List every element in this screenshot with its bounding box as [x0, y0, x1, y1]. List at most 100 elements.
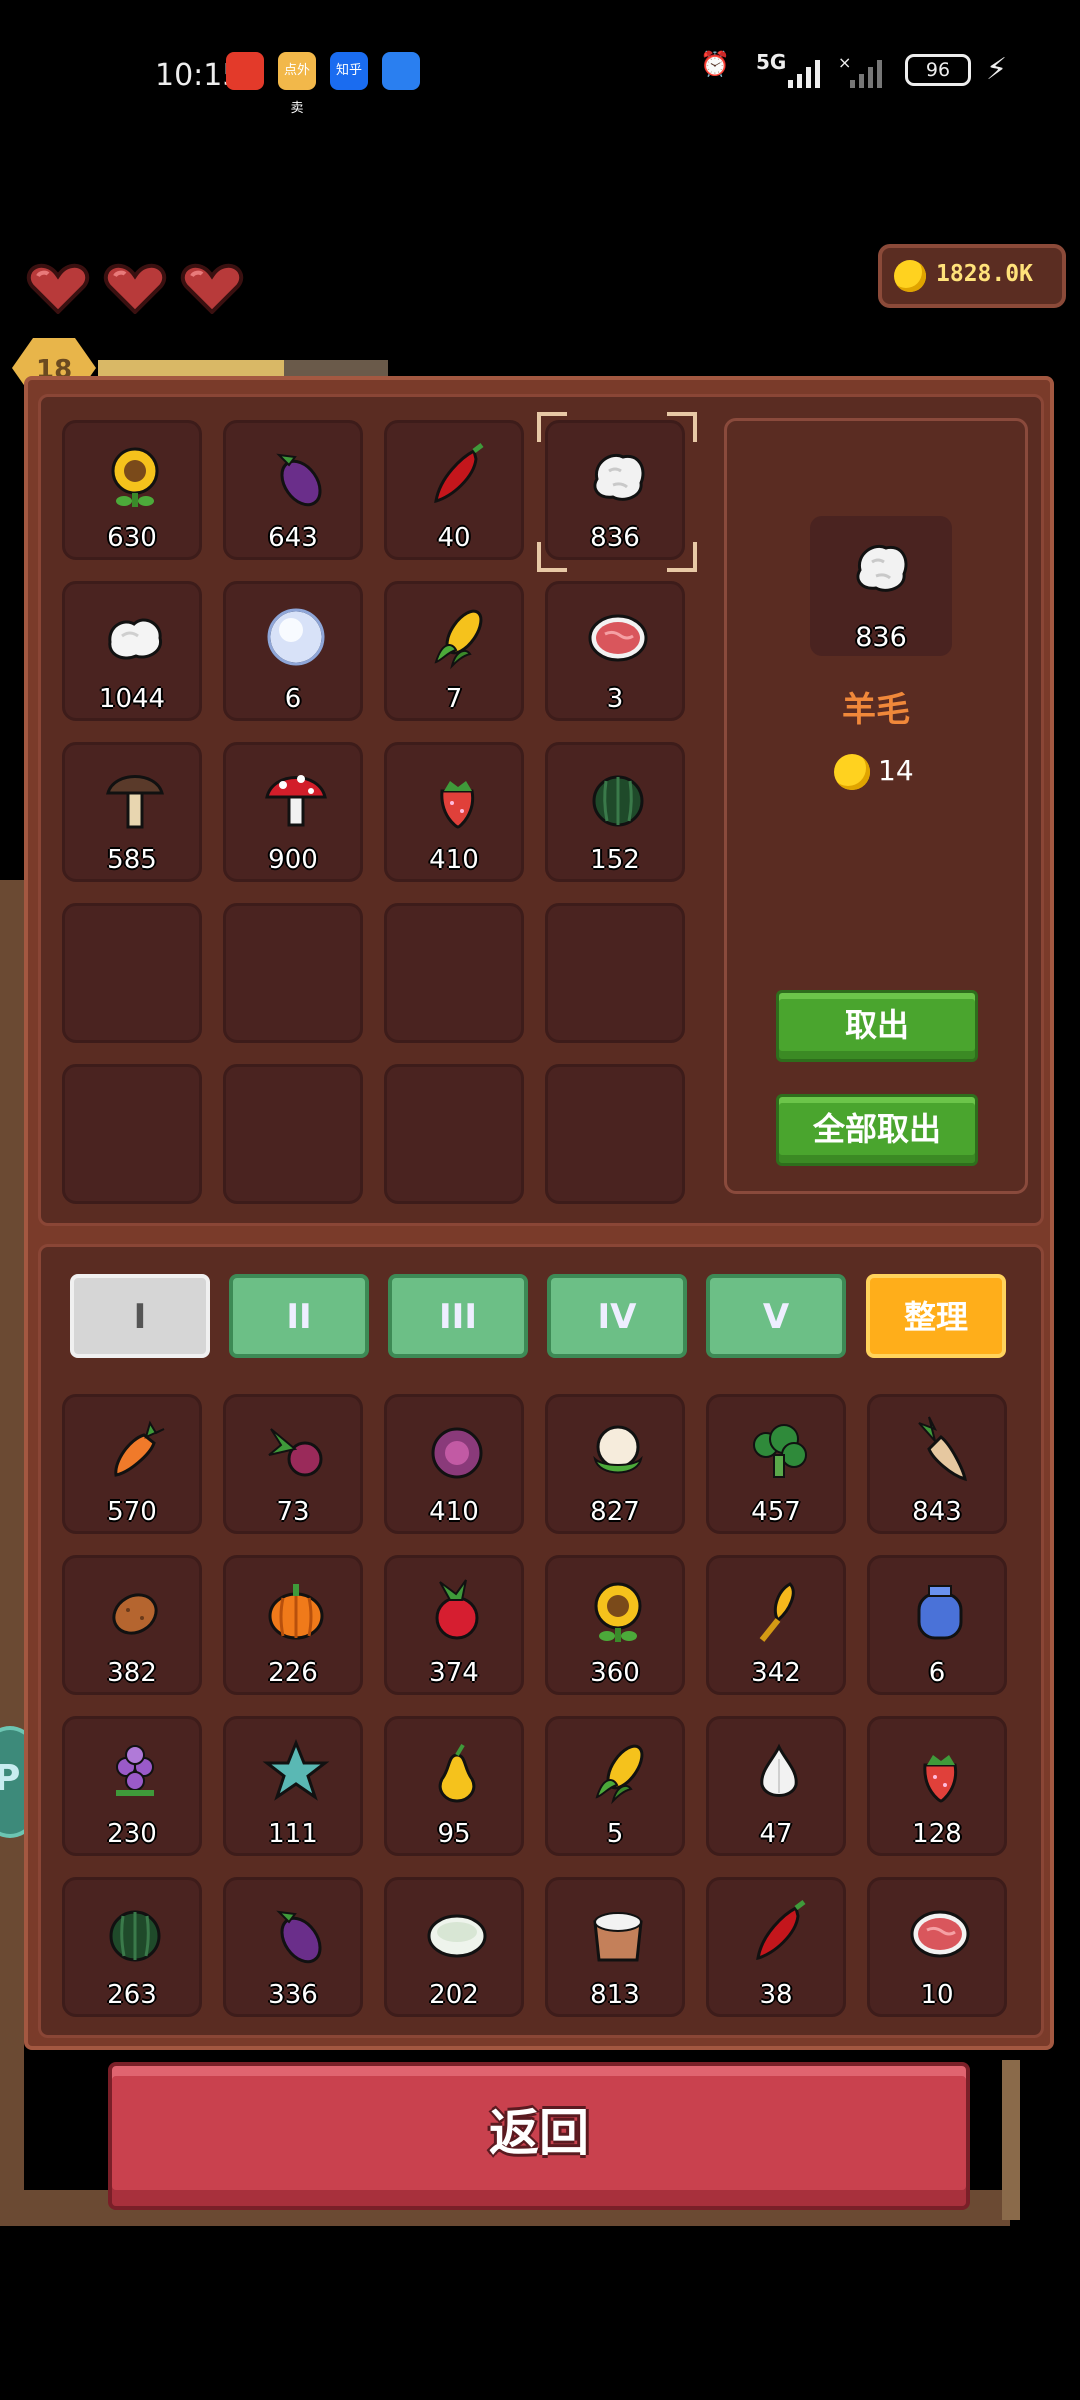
detail-item-count: 836: [855, 622, 907, 653]
tab-i[interactable]: I: [70, 1274, 210, 1358]
watermelon-icon: [109, 1910, 161, 1962]
charging-icon: ⚡: [986, 52, 1008, 87]
item-count: 410: [429, 1497, 479, 1527]
item-count: 73: [276, 1497, 310, 1527]
empty-slot[interactable]: [62, 1064, 202, 1204]
item-count: 827: [590, 1497, 640, 1527]
item-count: 202: [429, 1980, 479, 2010]
empty-slot[interactable]: [384, 1064, 524, 1204]
item-slot[interactable]: 152: [545, 742, 685, 882]
item-count: 360: [590, 1658, 640, 1688]
item-slot[interactable]: 5: [545, 1716, 685, 1856]
item-count: 643: [268, 523, 318, 553]
item-slot[interactable]: 342: [706, 1555, 846, 1695]
radish-icon: [435, 1579, 479, 1640]
watermelon-icon: [592, 775, 644, 827]
chili-icon: [434, 443, 484, 504]
item-slot[interactable]: 111: [223, 1716, 363, 1856]
alarm-icon: ⏰: [700, 50, 730, 78]
sunflower-icon: [111, 447, 159, 507]
item-slot[interactable]: 226: [223, 1555, 363, 1695]
item-count: 230: [107, 1819, 157, 1849]
beet-icon: [268, 1428, 323, 1477]
item-slot[interactable]: 570: [62, 1394, 202, 1534]
empty-slot[interactable]: [62, 903, 202, 1043]
item-slot[interactable]: 47: [706, 1716, 846, 1856]
item-count: 6: [284, 684, 302, 714]
item-count: 843: [912, 1497, 962, 1527]
item-slot[interactable]: 7: [384, 581, 524, 721]
item-count: 836: [590, 523, 640, 553]
item-slot[interactable]: 1044: [62, 581, 202, 721]
empty-slot[interactable]: [545, 1064, 685, 1204]
empty-slot[interactable]: [545, 903, 685, 1043]
item-slot[interactable]: 410: [384, 742, 524, 882]
starfruit-icon: [262, 1738, 330, 1801]
status-app-icon: 知乎: [330, 52, 368, 90]
tab-iii[interactable]: III: [388, 1274, 528, 1358]
tab-v[interactable]: V: [706, 1274, 846, 1358]
item-slot[interactable]: 374: [384, 1555, 524, 1695]
sunflower-icon: [594, 1582, 642, 1642]
item-slot[interactable]: 73: [223, 1394, 363, 1534]
price-coin-icon: [834, 754, 870, 790]
item-slot[interactable]: 410: [384, 1394, 524, 1534]
status-app-icon: [382, 52, 420, 90]
item-slot[interactable]: 10: [867, 1877, 1007, 2017]
item-slot[interactable]: 95: [384, 1716, 524, 1856]
item-count: 7: [445, 684, 463, 714]
item-count: 900: [268, 845, 318, 875]
background-post: [1002, 2060, 1020, 2220]
item-slot[interactable]: 202: [384, 1877, 524, 2017]
signal-icon: [788, 60, 820, 88]
item-slot[interactable]: 230: [62, 1716, 202, 1856]
item-slot[interactable]: 827: [545, 1394, 685, 1534]
item-count: 226: [268, 1658, 318, 1688]
item-slot[interactable]: 263: [62, 1877, 202, 2017]
eggplant-icon: [276, 1910, 322, 1964]
item-slot[interactable]: 900: [223, 742, 363, 882]
item-slot[interactable]: 128: [867, 1716, 1007, 1856]
selection-corner: [667, 542, 697, 572]
blue-jar-icon: [917, 1585, 963, 1640]
empty-slot[interactable]: [223, 1064, 363, 1204]
item-slot[interactable]: 6: [223, 581, 363, 721]
item-count: 3: [606, 684, 624, 714]
side-p-label: P: [0, 1758, 21, 1799]
item-slot[interactable]: 38: [706, 1877, 846, 2017]
item-count: 5: [606, 1819, 624, 1849]
item-slot[interactable]: 360: [545, 1555, 685, 1695]
potato-icon: [112, 1593, 158, 1635]
sort-button[interactable]: 整理: [866, 1274, 1006, 1358]
tab-iv[interactable]: IV: [547, 1274, 687, 1358]
tab-ii[interactable]: II: [229, 1274, 369, 1358]
red-mushroom-icon: [265, 775, 327, 827]
corn-icon: [434, 609, 483, 670]
take-all-button[interactable]: 全部取出: [776, 1094, 978, 1166]
carrot-icon: [114, 1420, 165, 1477]
item-slot[interactable]: 382: [62, 1555, 202, 1695]
empty-slot[interactable]: [223, 903, 363, 1043]
chili-icon: [756, 1900, 806, 1961]
item-count: 6: [928, 1658, 946, 1688]
item-slot[interactable]: 336: [223, 1877, 363, 2017]
empty-slot[interactable]: [384, 903, 524, 1043]
item-slot[interactable]: 843: [867, 1394, 1007, 1534]
item-slot[interactable]: 6: [867, 1555, 1007, 1695]
wool-icon: [856, 545, 908, 592]
back-button[interactable]: 返回: [108, 2062, 970, 2210]
item-slot[interactable]: 457: [706, 1394, 846, 1534]
item-count: 10: [920, 1980, 954, 2010]
item-slot[interactable]: 585: [62, 742, 202, 882]
item-slot[interactable]: 3: [545, 581, 685, 721]
item-count: 263: [107, 1980, 157, 2010]
strawberry-icon: [923, 1755, 958, 1803]
selection-corner: [667, 412, 697, 442]
take-out-button[interactable]: 取出: [776, 990, 978, 1062]
item-count: 38: [759, 1980, 793, 2010]
item-slot[interactable]: 630: [62, 420, 202, 560]
item-slot[interactable]: 643: [223, 420, 363, 560]
item-slot[interactable]: 40: [384, 420, 524, 560]
item-slot[interactable]: 813: [545, 1877, 685, 2017]
item-count: 336: [268, 1980, 318, 2010]
